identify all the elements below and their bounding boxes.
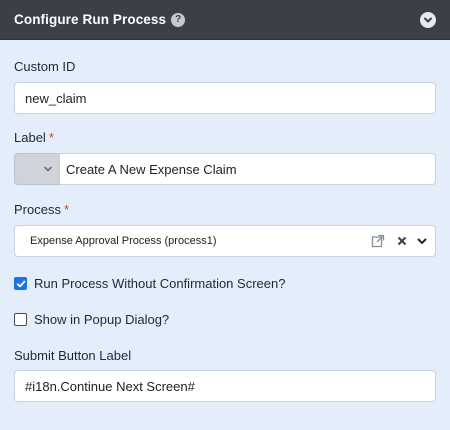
process-group: Process *: [14, 202, 69, 218]
submit-button-label-value: #i18n.Continue Next Screen#: [25, 378, 195, 394]
label-input-group: Create A New Expense Claim: [14, 153, 436, 185]
show-in-popup-row[interactable]: Show in Popup Dialog?: [14, 312, 169, 327]
submit-button-label-input[interactable]: #i18n.Continue Next Screen#: [14, 370, 436, 402]
submit-button-label-label: Submit Button Label: [14, 348, 132, 363]
run-without-confirmation-row[interactable]: Run Process Without Confirmation Screen?: [14, 276, 285, 291]
chevron-down-circle-icon[interactable]: [420, 11, 436, 28]
process-field-label: Process *: [14, 202, 69, 218]
required-marker: *: [48, 130, 54, 145]
process-value: Expense Approval Process (process1): [30, 235, 217, 247]
language-dropdown[interactable]: [14, 153, 59, 185]
label-field-label: Label *: [14, 130, 54, 146]
label-field-label-text: Label: [14, 130, 46, 145]
panel-header[interactable]: Configure Run Process ?: [0, 0, 450, 40]
process-field-label-text: Process: [14, 202, 61, 217]
label-input[interactable]: Create A New Expense Claim: [59, 153, 436, 185]
run-without-confirmation-label: Run Process Without Confirmation Screen?: [34, 276, 286, 291]
label-group: Label *: [14, 130, 54, 146]
clear-icon[interactable]: [393, 232, 411, 250]
chevron-down-icon: [43, 160, 53, 178]
question-circle-icon[interactable]: ?: [171, 12, 186, 27]
run-without-confirmation-checkbox[interactable]: [14, 277, 27, 290]
custom-id-group: Custom ID: [14, 59, 75, 75]
label-value: Create A New Expense Claim: [66, 161, 237, 177]
configure-run-process-panel: Configure Run Process ? Custom ID new_cl…: [0, 0, 450, 430]
external-link-icon[interactable]: [369, 232, 387, 250]
custom-id-label: Custom ID: [14, 59, 76, 74]
show-in-popup-checkbox[interactable]: [14, 313, 27, 326]
submit-button-label-group: Submit Button Label: [14, 348, 131, 364]
panel-title: Configure Run Process: [14, 12, 167, 27]
chevron-down-icon[interactable]: [413, 232, 431, 250]
show-in-popup-label: Show in Popup Dialog?: [34, 312, 170, 327]
required-marker: *: [63, 202, 70, 217]
process-select[interactable]: Expense Approval Process (process1): [14, 225, 436, 257]
custom-id-value: new_claim: [25, 90, 87, 106]
custom-id-input[interactable]: new_claim: [14, 82, 436, 114]
